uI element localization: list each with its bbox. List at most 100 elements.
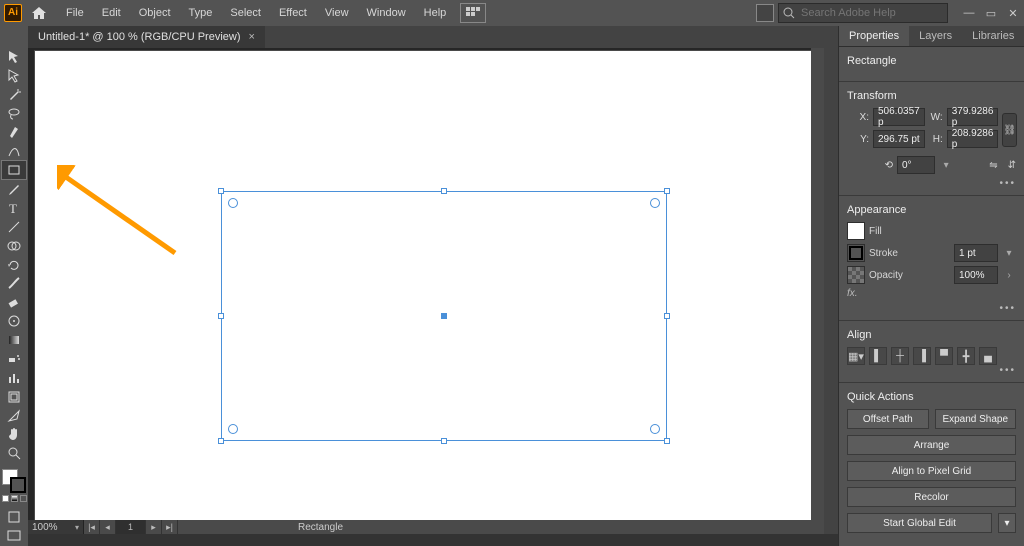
last-artboard-icon[interactable]: ▸| [162, 520, 178, 534]
selection-handle[interactable] [441, 438, 447, 444]
stroke-menu-icon[interactable]: ▾ [1002, 248, 1016, 259]
draw-mode-icon[interactable] [2, 508, 26, 526]
tab-properties[interactable]: Properties [839, 26, 909, 46]
input-opacity[interactable]: 100% [954, 266, 998, 284]
align-bottom-icon[interactable]: ▄ [979, 347, 997, 365]
close-icon[interactable]: × [249, 31, 255, 43]
menu-effect[interactable]: Effect [271, 3, 315, 23]
artboard-number[interactable]: 1 [116, 520, 146, 534]
selection-center[interactable] [441, 313, 447, 319]
tool-shape-builder[interactable] [2, 237, 26, 255]
tool-magic-wand[interactable] [2, 86, 26, 104]
tool-rectangle[interactable] [2, 161, 26, 179]
tool-width[interactable] [2, 275, 26, 293]
btn-expand-shape[interactable]: Expand Shape [935, 409, 1017, 429]
flip-horizontal-icon[interactable]: ⇋ [989, 160, 997, 171]
fx-label[interactable]: fx. [847, 288, 858, 299]
help-search-input[interactable] [799, 6, 947, 20]
window-minimize-icon[interactable]: — [962, 7, 976, 20]
align-hcenter-icon[interactable]: ┼ [891, 347, 909, 365]
menu-type[interactable]: Type [181, 3, 221, 23]
tool-pen[interactable] [2, 124, 26, 142]
color-mode-gradient[interactable] [11, 495, 18, 502]
opacity-swatch[interactable] [847, 266, 865, 284]
corner-radius-handle[interactable] [228, 424, 238, 434]
btn-offset-path[interactable]: Offset Path [847, 409, 929, 429]
zoom-level[interactable]: 100% [28, 520, 84, 534]
selection-handle[interactable] [664, 438, 670, 444]
color-mode-none[interactable] [20, 495, 27, 502]
stroke-swatch[interactable] [847, 244, 865, 262]
menu-help[interactable]: Help [416, 3, 455, 23]
tool-zoom[interactable] [2, 444, 26, 462]
tool-rotate[interactable] [2, 256, 26, 274]
fill-swatch[interactable] [847, 222, 865, 240]
global-edit-menu-icon[interactable]: ▾ [998, 513, 1016, 533]
reference-point-icon[interactable] [847, 116, 851, 144]
panel-dock-strip[interactable] [824, 48, 838, 534]
tool-type[interactable]: T [2, 199, 26, 217]
window-restore-icon[interactable]: ▭ [984, 7, 998, 20]
tab-libraries[interactable]: Libraries [962, 26, 1024, 46]
align-to-icon[interactable]: ▦▾ [847, 347, 865, 365]
corner-radius-handle[interactable] [650, 198, 660, 208]
tool-column-graph[interactable] [2, 369, 26, 387]
menu-select[interactable]: Select [222, 3, 269, 23]
rotate-menu-icon[interactable]: ▾ [939, 160, 953, 171]
btn-recolor[interactable]: Recolor [847, 487, 1016, 507]
btn-start-global-edit[interactable]: Start Global Edit [847, 513, 992, 533]
btn-align-to-pixel-grid[interactable]: Align to Pixel Grid [847, 461, 1016, 481]
window-close-icon[interactable]: ✕ [1006, 7, 1020, 20]
fill-stroke-control[interactable] [2, 469, 26, 493]
tab-layers[interactable]: Layers [909, 26, 962, 46]
selection-handle[interactable] [218, 313, 224, 319]
align-options-icon[interactable]: ••• [999, 365, 1016, 376]
stroke-swatch[interactable] [10, 477, 26, 493]
color-mode-solid[interactable] [2, 495, 9, 502]
tool-selection[interactable] [2, 48, 26, 66]
tool-paintbrush[interactable] [2, 180, 26, 198]
selection-handle[interactable] [218, 438, 224, 444]
selection-handle[interactable] [664, 313, 670, 319]
tool-gradient[interactable] [2, 331, 26, 349]
menu-file[interactable]: File [58, 3, 92, 23]
align-vcenter-icon[interactable]: ╋ [957, 347, 975, 365]
input-h[interactable]: 208.9286 p [947, 130, 999, 148]
tool-eyedropper[interactable] [2, 312, 26, 330]
next-artboard-icon[interactable]: ▸ [146, 520, 162, 534]
corner-radius-handle[interactable] [650, 424, 660, 434]
input-x[interactable]: 506.0357 p [873, 108, 925, 126]
tool-symbol-sprayer[interactable] [2, 350, 26, 368]
tool-lasso[interactable] [2, 105, 26, 123]
tool-slice[interactable] [2, 407, 26, 425]
artboard[interactable] [34, 50, 814, 528]
document-tab[interactable]: Untitled-1* @ 100 % (RGB/CPU Preview) × [28, 26, 265, 48]
screen-mode-icon[interactable] [2, 527, 26, 545]
link-wh-icon[interactable]: ⛓ [1002, 113, 1017, 147]
align-top-icon[interactable]: ▀ [935, 347, 953, 365]
workspace-switcher-icon[interactable] [460, 3, 486, 23]
input-w[interactable]: 379.9286 p [947, 108, 999, 126]
opacity-more-icon[interactable]: › [1002, 270, 1016, 281]
vertical-scrollbar[interactable] [811, 48, 824, 534]
selection-handle[interactable] [664, 188, 670, 194]
selection-handle[interactable] [218, 188, 224, 194]
selection-handle[interactable] [441, 188, 447, 194]
tool-artboard[interactable] [2, 388, 26, 406]
flip-vertical-icon[interactable]: ⇵ [1008, 160, 1016, 171]
tool-hand[interactable] [2, 426, 26, 444]
selected-rectangle[interactable] [221, 191, 667, 441]
arrange-documents-icon[interactable] [756, 4, 774, 22]
tool-direct-selection[interactable] [2, 67, 26, 85]
menu-object[interactable]: Object [131, 3, 179, 23]
tool-curvature[interactable] [2, 142, 26, 160]
menu-edit[interactable]: Edit [94, 3, 129, 23]
transform-options-icon[interactable]: ••• [999, 178, 1016, 189]
menu-view[interactable]: View [317, 3, 357, 23]
tool-line-segment[interactable] [2, 218, 26, 236]
menu-window[interactable]: Window [359, 3, 414, 23]
align-right-icon[interactable]: ▐ [913, 347, 931, 365]
first-artboard-icon[interactable]: |◂ [84, 520, 100, 534]
home-icon[interactable] [26, 0, 52, 26]
appearance-options-icon[interactable]: ••• [999, 303, 1016, 314]
